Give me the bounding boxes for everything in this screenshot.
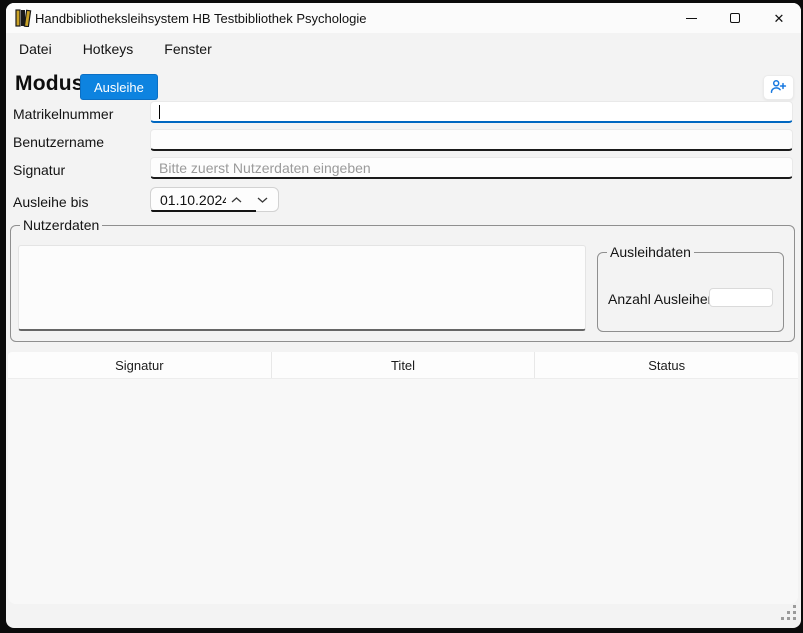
app-books-icon	[15, 9, 32, 32]
resize-grip-icon[interactable]	[781, 605, 798, 627]
modus-heading: Modus	[15, 72, 84, 96]
chevron-up-icon	[231, 197, 242, 203]
loans-table-header: Signatur Titel Status	[8, 352, 798, 379]
matrikelnummer-label: Matrikelnummer	[13, 106, 113, 122]
ausleihe-bis-date-control	[150, 187, 279, 212]
desktop-background: { "window": { "title": "Handbibliotheksl…	[0, 0, 803, 633]
nutzerdaten-groupbox: Nutzerdaten Ausleihdaten Anzahl Ausleihe…	[10, 225, 795, 342]
maximize-icon	[730, 13, 740, 23]
app-window: Handbibliotheksleihsystem HB Testbibliot…	[6, 3, 801, 628]
column-header-titel[interactable]: Titel	[272, 352, 536, 378]
menu-bar: Datei Hotkeys Fenster	[18, 36, 213, 62]
person-add-icon	[770, 79, 787, 97]
menu-item-datei[interactable]: Datei	[18, 39, 53, 59]
add-user-button[interactable]	[763, 75, 794, 100]
date-spin-up-button[interactable]	[225, 192, 247, 208]
close-icon: ✕	[774, 12, 785, 25]
signatur-label: Signatur	[13, 162, 65, 178]
chevron-down-icon	[257, 197, 268, 203]
nutzerdaten-textarea[interactable]	[18, 245, 586, 331]
close-button[interactable]: ✕	[757, 3, 801, 33]
menu-item-fenster[interactable]: Fenster	[163, 39, 212, 59]
anzahl-ausleihen-label: Anzahl Ausleihen	[608, 291, 715, 307]
ausleihe-bis-date-input[interactable]	[160, 190, 226, 209]
date-spin-down-button[interactable]	[251, 192, 273, 208]
title-bar[interactable]: Handbibliotheksleihsystem HB Testbibliot…	[6, 3, 801, 33]
benutzername-input[interactable]	[150, 129, 793, 151]
matrikelnummer-input[interactable]	[150, 101, 793, 123]
text-cursor	[159, 105, 160, 119]
column-header-status[interactable]: Status	[535, 352, 798, 378]
ausleihe-bis-label: Ausleihe bis	[13, 194, 89, 210]
nutzerdaten-legend: Nutzerdaten	[20, 217, 102, 233]
ausleihdaten-legend: Ausleihdaten	[607, 244, 694, 260]
window-controls: ✕	[669, 3, 801, 33]
loans-table-body	[8, 379, 798, 604]
ausleihdaten-groupbox: Ausleihdaten Anzahl Ausleihen	[597, 252, 784, 332]
anzahl-ausleihen-input[interactable]	[709, 288, 773, 307]
minimize-button[interactable]	[669, 3, 713, 33]
ausleihe-mode-button[interactable]: Ausleihe	[80, 74, 158, 100]
loans-table: Signatur Titel Status	[8, 352, 798, 604]
maximize-button[interactable]	[713, 3, 757, 33]
window-title: Handbibliotheksleihsystem HB Testbibliot…	[35, 11, 366, 26]
benutzername-label: Benutzername	[13, 134, 104, 150]
menu-item-hotkeys[interactable]: Hotkeys	[82, 39, 135, 59]
column-header-signatur[interactable]: Signatur	[8, 352, 272, 378]
signatur-input[interactable]	[150, 157, 793, 179]
minimize-icon	[686, 18, 697, 19]
date-underline	[151, 210, 256, 212]
